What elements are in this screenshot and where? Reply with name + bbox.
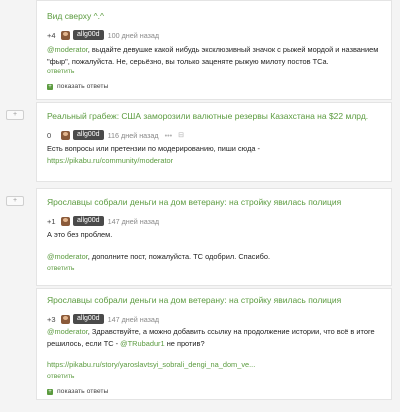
comments-page: Вид сверху ^.^ +4 allg00d 100 дней назад… (0, 0, 400, 412)
show-replies-label: показать ответы (57, 83, 109, 90)
comment-meta: +4 allg00d 100 дней назад (47, 29, 159, 41)
comment-card: Ярославцы собрали деньги на дом ветерану… (36, 288, 392, 400)
rating-score: 0 (47, 130, 52, 140)
comment-text: Есть вопросы или претензии по модерирова… (47, 143, 383, 166)
mention-link[interactable]: @TRubadur1 (120, 339, 164, 348)
comment-meta: +1 allg00d 147 дней назад (47, 215, 159, 227)
avatar[interactable] (61, 216, 70, 226)
username-badge[interactable]: allg00d (73, 314, 104, 324)
comment-text: @moderator, дополните пост, пожалуйста. … (47, 252, 270, 261)
story-title-link[interactable]: Вид сверху ^.^ (47, 11, 104, 21)
save-icon[interactable]: ⊟ (178, 131, 184, 139)
show-replies-label: показать ответы (57, 388, 109, 395)
reply-link[interactable]: ответить (47, 68, 74, 75)
avatar[interactable] (61, 30, 70, 40)
plus-icon: + (47, 83, 53, 90)
story-title-link[interactable]: Ярославцы собрали деньги на дом ветерану… (47, 295, 341, 305)
username-badge[interactable]: allg00d (73, 30, 104, 40)
community-link[interactable]: https://pikabu.ru/community/moderator (47, 155, 383, 167)
rating-score: +4 (47, 30, 56, 40)
avatar[interactable] (61, 314, 70, 324)
story-title-link[interactable]: Реальный грабеж: США заморозили валютные… (47, 111, 368, 121)
mention-link[interactable]: @moderator (47, 45, 88, 54)
comment-meta: +3 allg00d 147 дней назад (47, 313, 159, 325)
comment-time[interactable]: 116 дней назад (108, 131, 159, 140)
expand-thread-button[interactable]: + (6, 110, 24, 120)
mention-link[interactable]: @moderator (47, 327, 88, 336)
reply-link[interactable]: ответить (47, 265, 74, 272)
rating-score: +3 (47, 314, 56, 324)
comment-text: @moderator, выдайте девушке какой нибудь… (47, 45, 379, 66)
comment-card: Реальный грабеж: США заморозили валютные… (36, 102, 392, 182)
rating-score: +1 (47, 216, 56, 226)
username-badge[interactable]: allg00d (73, 130, 104, 140)
comment-card: Вид сверху ^.^ +4 allg00d 100 дней назад… (36, 0, 392, 100)
comment-meta: 0 allg00d 116 дней назад ••• ⊟ (47, 129, 184, 141)
show-replies-button[interactable]: + показать ответы (47, 83, 108, 90)
show-replies-button[interactable]: + показать ответы (47, 388, 108, 395)
avatar[interactable] (61, 130, 70, 140)
username-badge[interactable]: allg00d (73, 216, 104, 226)
more-icon[interactable]: ••• (165, 131, 173, 140)
comment-time[interactable]: 100 дней назад (108, 31, 160, 40)
comment-time[interactable]: 147 дней назад (108, 315, 160, 324)
story-link[interactable]: https://pikabu.ru/story/yaroslavtsyi_sob… (47, 359, 383, 371)
comment-card: Ярославцы собрали деньги на дом ветерану… (36, 188, 392, 286)
mention-link[interactable]: @moderator (47, 252, 88, 261)
expand-thread-button[interactable]: + (6, 196, 24, 206)
story-title-link[interactable]: Ярославцы собрали деньги на дом ветерану… (47, 197, 341, 207)
comment-text: @moderator, Здравствуйте, а можно добави… (47, 327, 375, 348)
comment-text: А это без проблем. (47, 230, 113, 239)
reply-link[interactable]: ответить (47, 373, 74, 380)
comment-time[interactable]: 147 дней назад (108, 217, 160, 226)
plus-icon: + (47, 388, 53, 395)
